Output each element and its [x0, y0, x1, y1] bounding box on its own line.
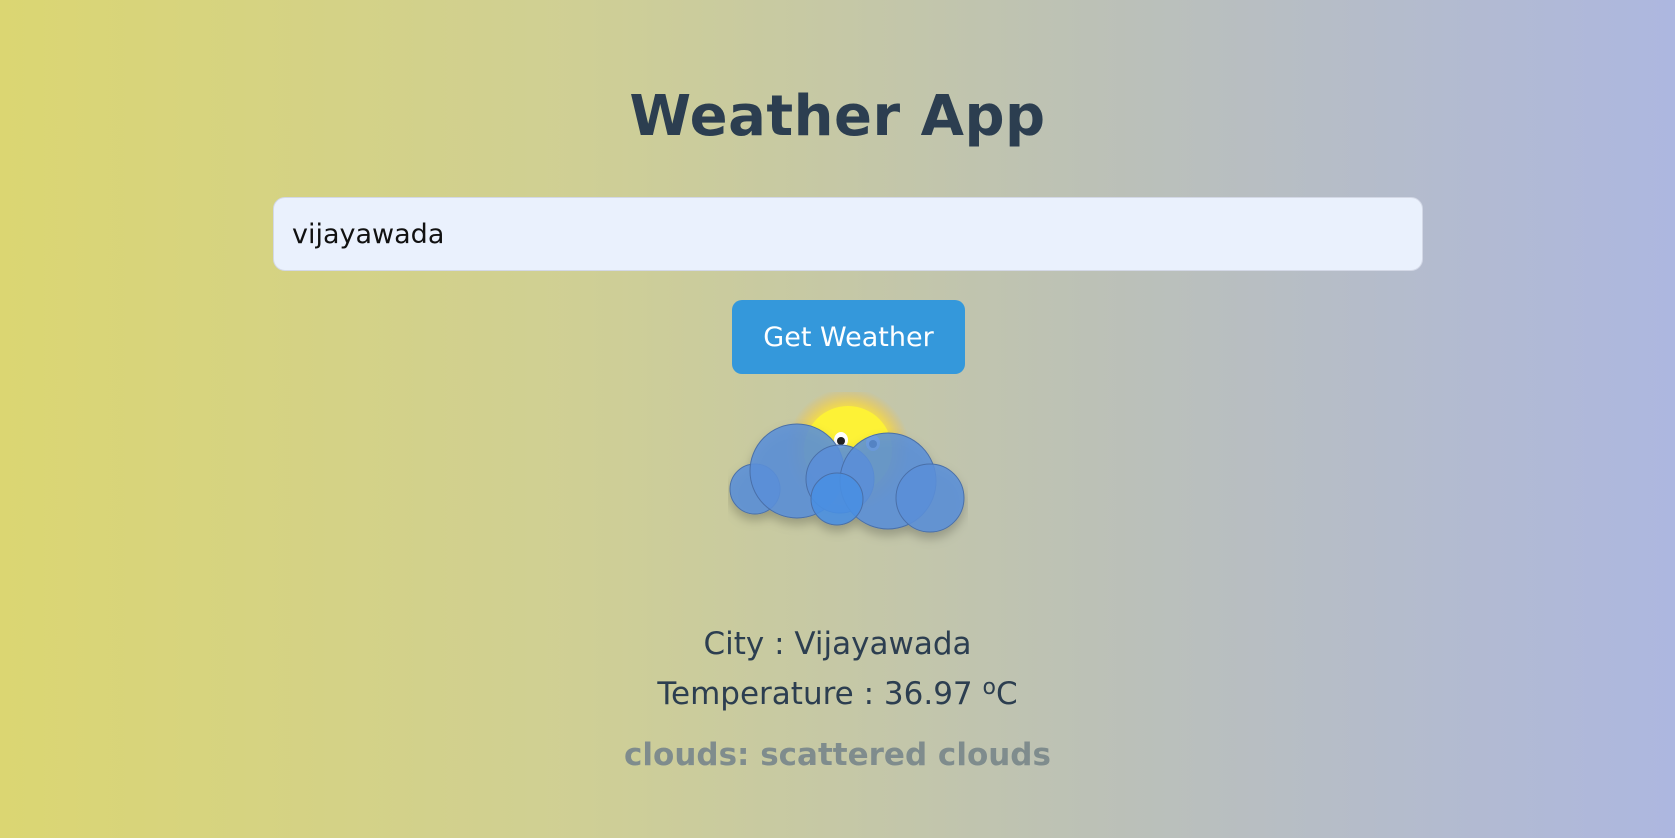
city-label: City : [703, 626, 795, 662]
city-search-input[interactable] [273, 197, 1423, 271]
city-value: Vijayawada [794, 626, 972, 662]
temperature-value: 36.97 [883, 676, 973, 712]
weather-description: clouds: scattered clouds [624, 737, 1051, 773]
city-text: City : Vijayawada [0, 626, 1675, 662]
temperature-label: Temperature : [657, 676, 884, 712]
get-weather-button[interactable]: Get Weather [732, 300, 965, 374]
sun-behind-clouds-icon [728, 388, 968, 562]
page-title: Weather App [629, 84, 1046, 149]
temperature-unit: C [995, 676, 1018, 712]
degree-symbol: o [982, 675, 996, 700]
temperature-text: Temperature : 36.97 oC [0, 675, 1675, 712]
